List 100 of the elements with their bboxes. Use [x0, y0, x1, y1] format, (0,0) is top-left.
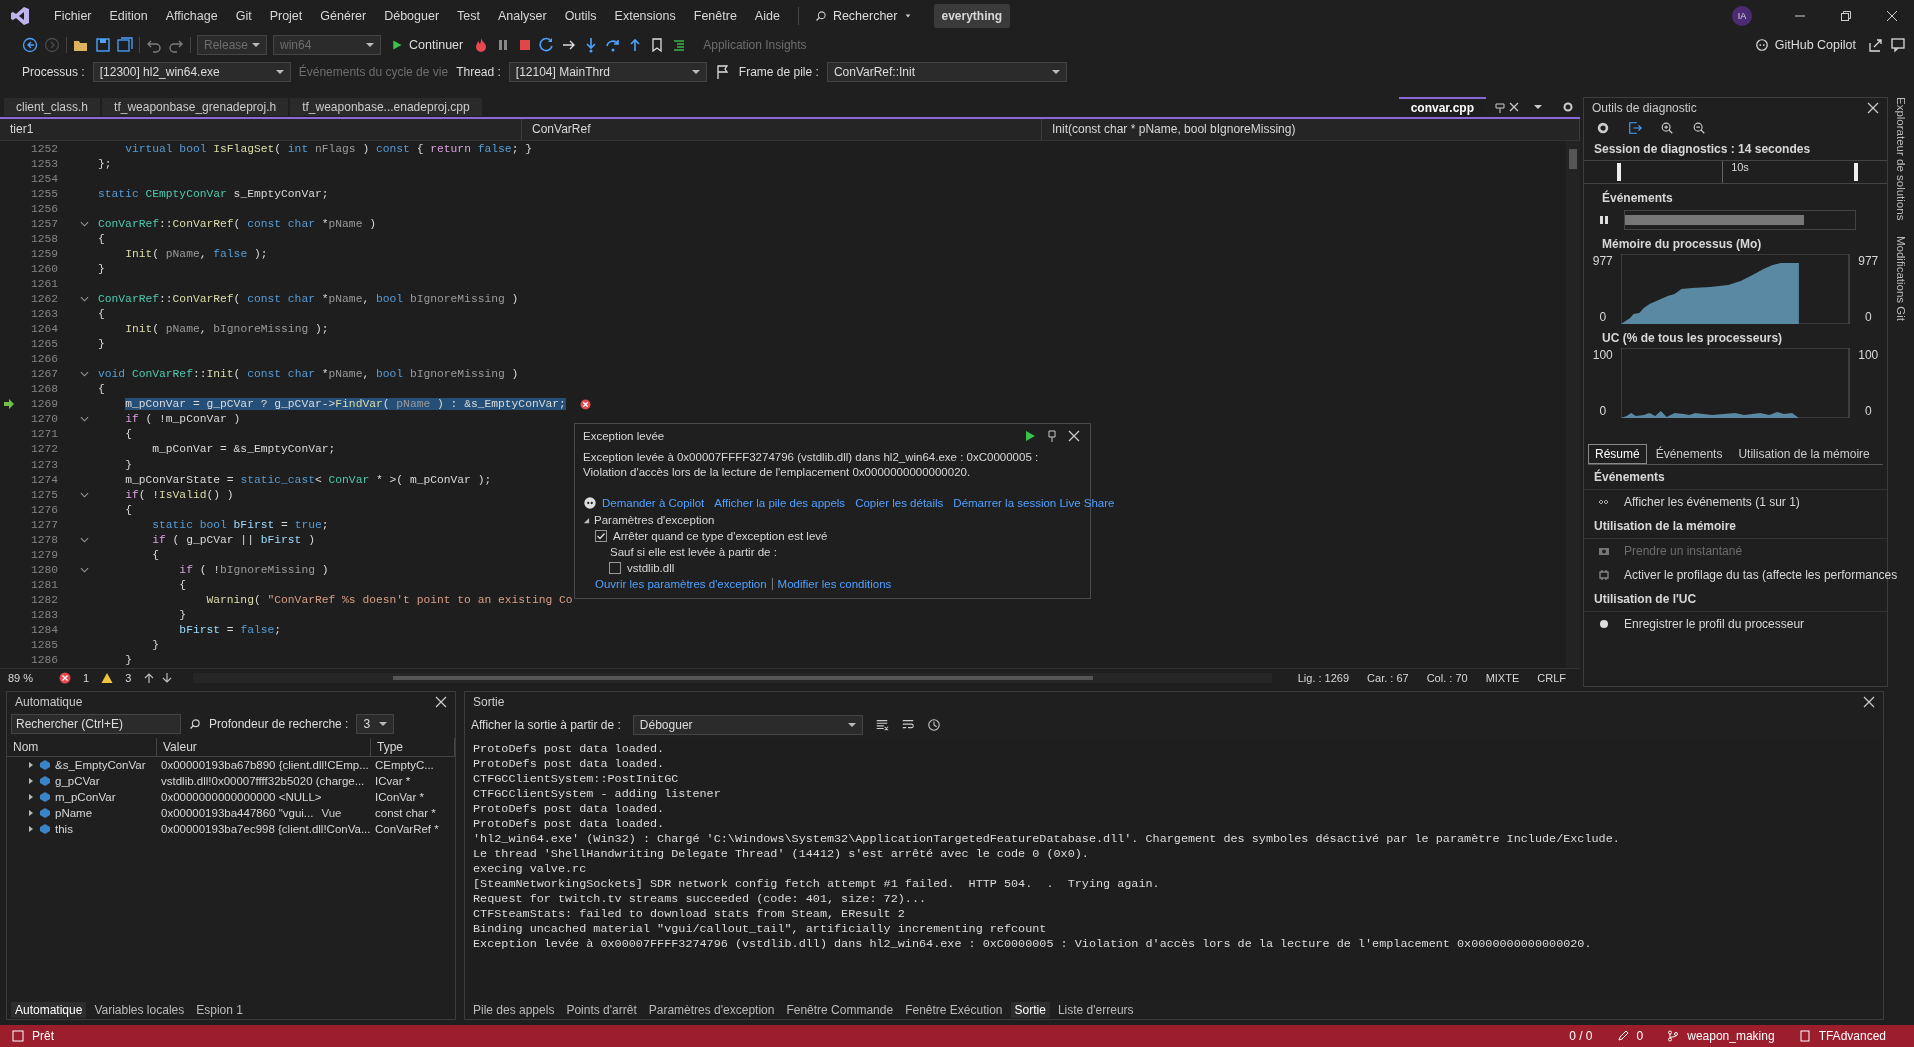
document-tab[interactable]: convar.cpp	[1398, 97, 1486, 117]
column-header[interactable]: Type	[371, 738, 455, 757]
menu-item[interactable]: Test	[449, 4, 488, 27]
pin-icon[interactable]	[1046, 430, 1058, 442]
user-avatar[interactable]: IA	[1732, 5, 1752, 26]
play-icon[interactable]	[1024, 430, 1036, 442]
scrollbar[interactable]	[1566, 141, 1580, 668]
line-ending[interactable]: CRLF	[1531, 672, 1572, 684]
copilot-button[interactable]: GitHub Copilot	[1748, 37, 1862, 53]
document-tab[interactable]: client_class.h	[4, 98, 101, 116]
process-dropdown[interactable]: [12300] hl2_win64.exe	[92, 62, 291, 82]
menu-item[interactable]: Extensions	[606, 4, 684, 27]
summary-action[interactable]: Afficher les événements (1 sur 1)	[1624, 495, 1800, 509]
close-icon[interactable]	[1867, 102, 1879, 114]
panel-tab[interactable]: Pile des appels	[469, 1002, 559, 1018]
restore-icon[interactable]	[1840, 9, 1852, 22]
back-icon[interactable]	[22, 37, 38, 53]
panel-tab[interactable]: Liste d'erreurs	[1053, 1002, 1138, 1018]
expand-triangle-icon[interactable]	[583, 516, 590, 524]
panel-tab[interactable]: Automatique	[11, 1002, 87, 1018]
diagnostics-tab[interactable]: Événements	[1648, 444, 1730, 464]
collapse-icon[interactable]	[80, 566, 89, 573]
search-depth-dropdown[interactable]: 3	[356, 714, 395, 734]
close-icon[interactable]	[435, 696, 447, 708]
restart-icon[interactable]	[539, 37, 556, 53]
panel-tab[interactable]: Fenêtre Exécution	[901, 1002, 1007, 1018]
panel-tab[interactable]: Variables locales	[90, 1002, 189, 1018]
close-icon[interactable]	[1508, 101, 1520, 113]
menu-item[interactable]: Fichier	[46, 4, 100, 27]
menu-item[interactable]: Fenêtre	[685, 4, 745, 27]
menu-item[interactable]: Outils	[556, 4, 605, 27]
whitespace-mode[interactable]: MIXTE	[1479, 672, 1526, 684]
side-tab[interactable]: Modifications Git	[1895, 236, 1907, 322]
timeline-ruler[interactable]: 10s	[1584, 160, 1887, 184]
menu-item[interactable]: Aide	[746, 4, 788, 27]
action-link[interactable]: Copier les détails	[855, 497, 944, 509]
settings-link[interactable]: Ouvrir les paramètres d'exception	[595, 578, 767, 590]
collapse-icon[interactable]	[80, 296, 89, 302]
menu-item[interactable]: Git	[227, 4, 260, 27]
zoom-out-icon[interactable]	[1692, 121, 1706, 135]
close-icon[interactable]	[1886, 9, 1898, 22]
menu-item[interactable]: Générer	[312, 4, 375, 27]
menu-item[interactable]: Affichage	[157, 4, 226, 27]
panel-tab[interactable]: Sortie	[1010, 1002, 1050, 1018]
expand-arrow-icon[interactable]	[27, 825, 35, 833]
thread-dropdown[interactable]: [12104] MainThrd	[508, 62, 707, 82]
close-icon[interactable]	[1863, 696, 1875, 708]
expand-arrow-icon[interactable]	[27, 809, 35, 817]
document-tab[interactable]: tf_weaponbase_grenadeproj.h	[102, 98, 289, 116]
pending-changes[interactable]: 0	[1636, 1029, 1644, 1043]
settings-link[interactable]: Modifier les conditions	[777, 578, 892, 590]
zoom-in-icon[interactable]	[1660, 121, 1674, 135]
collapse-icon[interactable]	[80, 220, 89, 227]
member-dropdown[interactable]: Init(const char * pName, bool bIgnoreMissing)	[1042, 119, 1580, 140]
expand-arrow-icon[interactable]	[27, 777, 35, 785]
warning-count[interactable]: 3	[119, 672, 138, 684]
flag-icon[interactable]	[714, 64, 731, 80]
share-icon[interactable]	[1868, 37, 1884, 53]
save-icon[interactable]	[95, 37, 111, 53]
scope-dropdown[interactable]: ConVarRef	[522, 119, 1042, 140]
summary-action[interactable]: Enregistrer le profil du processeur	[1624, 617, 1805, 631]
diagnostics-tab[interactable]: Utilisation de la mémoire	[1731, 444, 1877, 464]
clear-all-icon[interactable]	[874, 718, 889, 732]
continue-button[interactable]: Continuer	[387, 36, 468, 54]
repository-name[interactable]: TFAdvanced	[1818, 1029, 1886, 1043]
checkbox[interactable]	[609, 562, 621, 574]
checkbox[interactable]	[595, 530, 607, 542]
close-icon[interactable]	[1068, 430, 1080, 442]
action-link[interactable]: Démarrer la session Live Share	[953, 497, 1115, 509]
search-icon[interactable]	[189, 718, 201, 730]
arrow-down-icon[interactable]	[161, 672, 174, 684]
arrow-up-icon[interactable]	[143, 672, 156, 684]
action-link[interactable]: Demander à Copilot	[602, 497, 705, 509]
menu-item[interactable]: Analyser	[490, 4, 555, 27]
expand-arrow-icon[interactable]	[27, 761, 35, 769]
panel-tab[interactable]: Fenêtre Commande	[782, 1002, 898, 1018]
output-source-dropdown[interactable]: Déboguer	[632, 715, 863, 735]
summary-action[interactable]: Activer le profilage du tas (affecte les performances	[1624, 568, 1898, 582]
export-icon[interactable]	[1628, 121, 1642, 135]
project-dropdown[interactable]: tier1	[0, 119, 522, 140]
search-field[interactable]: Rechercher (Ctrl+E)	[11, 714, 181, 734]
expand-arrow-icon[interactable]	[27, 793, 35, 801]
collapse-icon[interactable]	[80, 491, 89, 498]
menu-item[interactable]: Projet	[261, 4, 311, 27]
pin-icon[interactable]	[1494, 101, 1506, 113]
menu-item[interactable]: Déboguer	[376, 4, 448, 27]
diagnostics-tab[interactable]: Résumé	[1588, 444, 1647, 464]
column-header[interactable]: Nom	[7, 738, 157, 757]
document-tab[interactable]: tf_weaponbase...enadeproj.cpp	[290, 98, 482, 116]
scrollbar[interactable]	[193, 673, 1272, 683]
step-over-icon[interactable]	[605, 37, 622, 53]
clock-icon[interactable]	[926, 718, 941, 732]
panel-tab[interactable]: Espion 1	[192, 1002, 247, 1018]
collapse-icon[interactable]	[80, 536, 89, 543]
stack-frame-dropdown[interactable]: ConVarRef::Init	[826, 62, 1067, 82]
action-link[interactable]: Afficher la pile des appels	[714, 497, 846, 509]
sync-status[interactable]: 0 / 0	[1569, 1029, 1593, 1043]
panel-tab[interactable]: Paramètres d'exception	[644, 1002, 779, 1018]
column-header[interactable]: Valeur	[157, 738, 371, 757]
feedback-icon[interactable]	[1890, 37, 1906, 53]
